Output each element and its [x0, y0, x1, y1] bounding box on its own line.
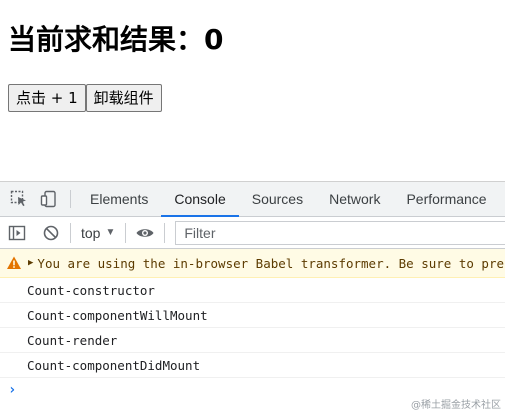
sum-heading: 当前求和结果：0 — [8, 23, 224, 56]
context-selector[interactable]: top ▼ — [77, 225, 119, 241]
console-toolbar: top ▼ Filter — [0, 217, 505, 249]
increment-button[interactable]: 点击 + 1 — [8, 84, 86, 112]
inspect-element-icon[interactable] — [4, 182, 34, 216]
toolbar-separator — [164, 222, 166, 243]
tab-console[interactable]: Console — [161, 182, 240, 217]
button-row: 点击 + 1 卸载组件 — [8, 84, 162, 112]
tab-performance[interactable]: Performance — [393, 182, 499, 216]
warning-text: You are using the in-browser Babel trans… — [37, 255, 505, 271]
unmount-button[interactable]: 卸载组件 — [85, 84, 162, 112]
tab-elements[interactable]: Elements — [77, 182, 161, 216]
device-toolbar-icon[interactable] — [34, 182, 64, 216]
clear-console-icon[interactable] — [38, 220, 64, 246]
console-log-row: Count-componentWillMount — [0, 303, 505, 328]
toolbar-separator — [125, 222, 127, 243]
console-messages: ▶ You are using the in-browser Babel tra… — [0, 249, 505, 402]
console-log-row: Count-render — [0, 328, 505, 353]
context-label: top — [81, 224, 101, 241]
console-log-row: Count-componentDidMount — [0, 353, 505, 378]
tab-sources[interactable]: Sources — [239, 182, 316, 216]
caret-down-icon: ▼ — [105, 227, 116, 238]
filter-input[interactable]: Filter — [175, 220, 505, 245]
expand-triangle-icon[interactable]: ▶ — [28, 258, 33, 268]
console-warning-row[interactable]: ▶ You are using the in-browser Babel tra… — [0, 249, 505, 278]
page-content: 当前求和结果：0 点击 + 1 卸载组件 — [0, 0, 505, 180]
toolbar-separator — [70, 222, 71, 243]
devtools-panel: Elements Console Sources Network Perform… — [0, 181, 505, 414]
eye-icon[interactable] — [132, 220, 158, 246]
warning-icon — [7, 256, 21, 269]
tab-network[interactable]: Network — [316, 182, 393, 216]
console-log-row: Count-constructor — [0, 278, 505, 303]
tabbar-separator — [70, 190, 71, 208]
sidebar-toggle-icon[interactable] — [4, 220, 30, 246]
prompt-chevron-icon: › — [8, 382, 17, 398]
filter-placeholder: Filter — [184, 224, 216, 241]
watermark: @稀土掘金技术社区 — [411, 400, 501, 411]
devtools-tabbar: Elements Console Sources Network Perform… — [0, 182, 505, 217]
